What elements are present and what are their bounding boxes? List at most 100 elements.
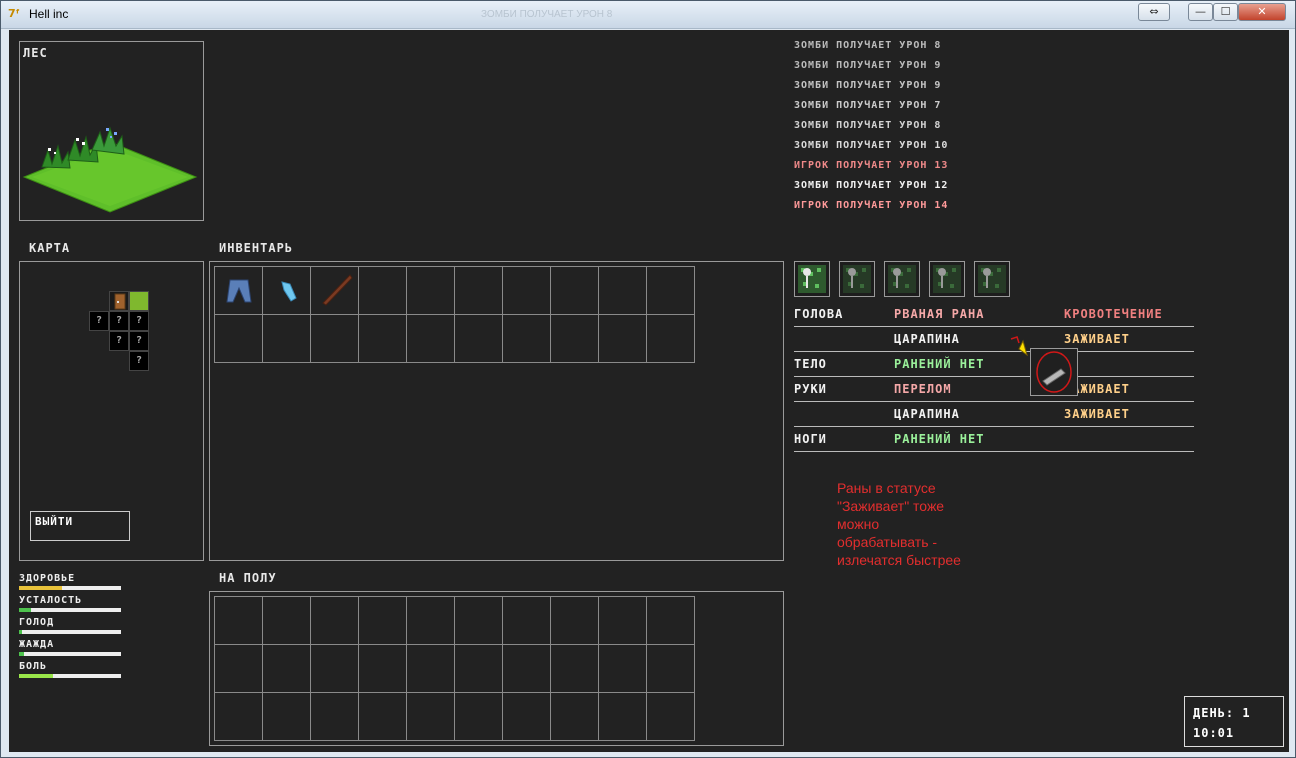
- grid-cell[interactable]: [599, 315, 647, 363]
- grid-cell[interactable]: [503, 693, 551, 741]
- grid-cell[interactable]: [263, 597, 311, 645]
- grid-tab[interactable]: [884, 261, 920, 297]
- grid-cell[interactable]: [407, 315, 455, 363]
- grid-cell[interactable]: [503, 315, 551, 363]
- heart-tab[interactable]: [839, 261, 875, 297]
- grid-cell[interactable]: [599, 645, 647, 693]
- grid-cell[interactable]: [263, 693, 311, 741]
- plant-tab[interactable]: [929, 261, 965, 297]
- grid-cell[interactable]: [647, 645, 695, 693]
- grid-cell[interactable]: [311, 645, 359, 693]
- time-label: 10:01: [1193, 726, 1235, 740]
- maximize-button[interactable]: ☐: [1213, 3, 1238, 21]
- stat-fill: [19, 608, 31, 612]
- grid-cell[interactable]: [263, 315, 311, 363]
- wound-name[interactable]: ЦАРАПИНА: [894, 332, 960, 346]
- wounds-tab[interactable]: [794, 261, 830, 297]
- wound-status: КРОВОТЕЧЕНИЕ: [1064, 307, 1163, 321]
- grid-cell[interactable]: [215, 645, 263, 693]
- grid-cell[interactable]: [359, 645, 407, 693]
- grid-cell[interactable]: [407, 693, 455, 741]
- wound-name[interactable]: РАНЕНИЙ НЕТ: [894, 357, 984, 371]
- grid-cell[interactable]: [407, 645, 455, 693]
- grid-cell[interactable]: [647, 693, 695, 741]
- grid-cell[interactable]: [455, 645, 503, 693]
- inventory-panel: [209, 261, 784, 561]
- map-cell-unknown[interactable]: ?: [109, 311, 129, 331]
- grid-cell[interactable]: [599, 267, 647, 315]
- grid-cell[interactable]: [359, 693, 407, 741]
- feather-icon[interactable]: [274, 276, 304, 306]
- grid-cell[interactable]: [551, 315, 599, 363]
- grid-cell[interactable]: [551, 267, 599, 315]
- grid-cell[interactable]: [599, 693, 647, 741]
- sleep-tab[interactable]: [974, 261, 1010, 297]
- stick-icon[interactable]: [318, 272, 358, 308]
- grid-cell[interactable]: [455, 693, 503, 741]
- grid-cell[interactable]: [503, 597, 551, 645]
- day-label: ДЕНЬ: 1: [1193, 706, 1251, 720]
- wound-name[interactable]: ЦАРАПИНА: [894, 407, 960, 421]
- stat-fill: [19, 674, 53, 678]
- grid-cell[interactable]: [407, 597, 455, 645]
- grid-cell[interactable]: [455, 597, 503, 645]
- grid-cell[interactable]: [359, 315, 407, 363]
- grid-cell[interactable]: [311, 597, 359, 645]
- wound-row: РУКИ ПЕРЕЛОМ ЗАЖИВАЕТ: [794, 377, 1194, 402]
- map-cell-current[interactable]: [129, 291, 149, 311]
- log-line: ИГРОК ПОЛУЧАЕТ УРОН 14: [794, 200, 949, 211]
- day-clock: ДЕНЬ: 1 10:01: [1184, 696, 1284, 747]
- grid-cell[interactable]: [455, 315, 503, 363]
- log-line: ЗОМБИ ПОЛУЧАЕТ УРОН 10: [794, 140, 949, 151]
- grid-cell[interactable]: [455, 267, 503, 315]
- stat-bar: [19, 674, 121, 678]
- map-cell-unknown[interactable]: ?: [129, 351, 149, 371]
- grid-cell[interactable]: [551, 645, 599, 693]
- grid-cell[interactable]: [263, 645, 311, 693]
- log-line: ЗОМБИ ПОЛУЧАЕТ УРОН 8: [794, 40, 942, 51]
- map-cell-unknown[interactable]: ?: [129, 331, 149, 351]
- map-cell-door[interactable]: [109, 291, 129, 311]
- grid-cell[interactable]: [407, 267, 455, 315]
- grid-cell[interactable]: [647, 315, 695, 363]
- stat-name: ЗДОРОВЬЕ: [19, 573, 76, 584]
- grid-cell[interactable]: [503, 267, 551, 315]
- map-cell-unknown[interactable]: ?: [89, 311, 109, 331]
- grid-cell[interactable]: [551, 597, 599, 645]
- grid-cell[interactable]: [311, 315, 359, 363]
- stat-name: УСТАЛОСТЬ: [19, 595, 83, 606]
- grid-cell[interactable]: [647, 267, 695, 315]
- resize-button[interactable]: ⇔: [1138, 3, 1170, 21]
- grid-cell[interactable]: [359, 267, 407, 315]
- log-line: ЗОМБИ ПОЛУЧАЕТ УРОН 9: [794, 60, 942, 71]
- exit-button[interactable]: ВЫЙТИ: [30, 511, 130, 541]
- grid-cell[interactable]: [503, 645, 551, 693]
- grid-cell[interactable]: [647, 597, 695, 645]
- wound-status: ЗАЖИВАЕТ: [1064, 332, 1130, 346]
- grid-cell[interactable]: [311, 693, 359, 741]
- grid-cell[interactable]: [215, 693, 263, 741]
- body-part-label: ТЕЛО: [794, 357, 827, 371]
- grid-cell[interactable]: [215, 597, 263, 645]
- pants-icon[interactable]: [224, 276, 254, 306]
- forest-tile-image: [22, 126, 198, 213]
- grid-cell[interactable]: [551, 693, 599, 741]
- stat-row: ГОЛОД: [19, 617, 121, 634]
- game-window: 7ᶠ Hell inc ЗОМБИ ПОЛУЧАЕТ УРОН 8 ⇔ — ☐ …: [0, 0, 1296, 758]
- grid-cell[interactable]: [599, 597, 647, 645]
- wound-name[interactable]: ПЕРЕЛОМ: [894, 382, 952, 396]
- grid-cell[interactable]: [215, 315, 263, 363]
- wound-name[interactable]: РВАНАЯ РАНА: [894, 307, 984, 321]
- title-bar[interactable]: 7ᶠ Hell inc ЗОМБИ ПОЛУЧАЕТ УРОН 8 ⇔ — ☐ …: [1, 1, 1295, 29]
- close-button[interactable]: ✕: [1238, 3, 1286, 21]
- log-line: ЗОМБИ ПОЛУЧАЕТ УРОН 12: [794, 180, 949, 191]
- minimize-button[interactable]: —: [1188, 3, 1213, 21]
- stat-bar: [19, 652, 121, 656]
- map-cell-unknown[interactable]: ?: [129, 311, 149, 331]
- location-panel: ЛЕС: [19, 41, 204, 221]
- wound-name[interactable]: РАНЕНИЙ НЕТ: [894, 432, 984, 446]
- map-panel: ? ? ? ? ? ? ВЫЙТИ: [19, 261, 204, 561]
- stat-fill: [19, 586, 62, 590]
- map-cell-unknown[interactable]: ?: [109, 331, 129, 351]
- grid-cell[interactable]: [359, 597, 407, 645]
